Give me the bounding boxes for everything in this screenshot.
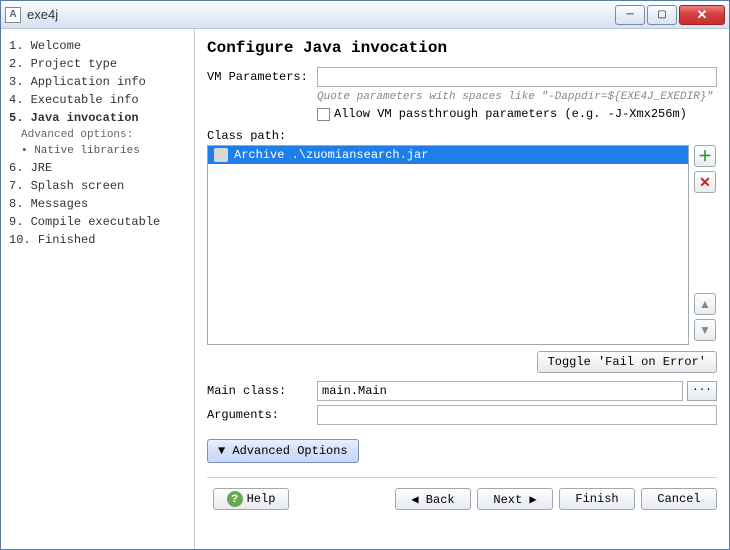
arguments-input[interactable] xyxy=(317,405,717,425)
vm-parameters-label: VM Parameters: xyxy=(207,70,317,84)
nav-java-invocation[interactable]: 5. Java invocation xyxy=(7,109,188,127)
passthrough-label: Allow VM passthrough parameters (e.g. -J… xyxy=(334,107,687,121)
add-classpath-button[interactable]: ＋ xyxy=(694,145,716,167)
wizard-sidebar: 1. Welcome 2. Project type 3. Applicatio… xyxy=(1,29,195,549)
page-title: Configure Java invocation xyxy=(207,39,717,57)
help-button[interactable]: ? Help xyxy=(213,488,289,510)
move-down-button[interactable]: ▼ xyxy=(694,319,716,341)
finish-button[interactable]: Finish xyxy=(559,488,635,510)
separator xyxy=(207,477,717,478)
main-panel: Configure Java invocation VM Parameters:… xyxy=(195,29,729,549)
move-up-button[interactable]: ▲ xyxy=(694,293,716,315)
classpath-item-text: Archive .\zuomiansearch.jar xyxy=(234,148,428,162)
nav-messages[interactable]: 8. Messages xyxy=(7,195,188,213)
next-button[interactable]: Next ▶ xyxy=(477,488,553,510)
arguments-label: Arguments: xyxy=(207,408,317,422)
close-button[interactable]: ✕ xyxy=(679,5,725,25)
nav-application-info[interactable]: 3. Application info xyxy=(7,73,188,91)
nav-advanced-header: Advanced options: xyxy=(7,127,188,143)
app-icon: A xyxy=(5,7,21,23)
classpath-label: Class path: xyxy=(207,129,717,143)
classpath-list[interactable]: Archive .\zuomiansearch.jar xyxy=(207,145,689,345)
main-class-label: Main class: xyxy=(207,384,317,398)
maximize-button[interactable]: ▢ xyxy=(647,5,677,25)
wizard-footer: ? Help ◀ Back Next ▶ Finish Cancel xyxy=(207,484,717,510)
classpath-item[interactable]: Archive .\zuomiansearch.jar xyxy=(208,146,688,164)
nav-executable-info[interactable]: 4. Executable info xyxy=(7,91,188,109)
main-class-input[interactable] xyxy=(317,381,683,401)
cancel-button[interactable]: Cancel xyxy=(641,488,717,510)
app-window: A exe4j ─ ▢ ✕ 1. Welcome 2. Project type… xyxy=(0,0,730,550)
advanced-options-button[interactable]: ▼ Advanced Options xyxy=(207,439,359,463)
nav-finished[interactable]: 10. Finished xyxy=(7,231,188,249)
nav-welcome[interactable]: 1. Welcome xyxy=(7,37,188,55)
remove-classpath-button[interactable]: ✕ xyxy=(694,171,716,193)
nav-jre[interactable]: 6. JRE xyxy=(7,159,188,177)
titlebar[interactable]: A exe4j ─ ▢ ✕ xyxy=(1,1,729,29)
back-button[interactable]: ◀ Back xyxy=(395,488,471,510)
vm-parameters-input[interactable] xyxy=(317,67,717,87)
browse-main-class-button[interactable]: ... xyxy=(687,381,717,401)
archive-icon xyxy=(214,148,228,162)
help-icon: ? xyxy=(227,491,243,507)
vm-hint: Quote parameters with spaces like "-Dapp… xyxy=(207,91,717,103)
nav-project-type[interactable]: 2. Project type xyxy=(7,55,188,73)
nav-splash-screen[interactable]: 7. Splash screen xyxy=(7,177,188,195)
nav-native-libraries[interactable]: • Native libraries xyxy=(7,143,188,159)
passthrough-checkbox[interactable] xyxy=(317,108,330,121)
minimize-button[interactable]: ─ xyxy=(615,5,645,25)
toggle-fail-on-error-button[interactable]: Toggle 'Fail on Error' xyxy=(537,351,717,373)
window-title: exe4j xyxy=(27,7,615,22)
nav-compile-executable[interactable]: 9. Compile executable xyxy=(7,213,188,231)
